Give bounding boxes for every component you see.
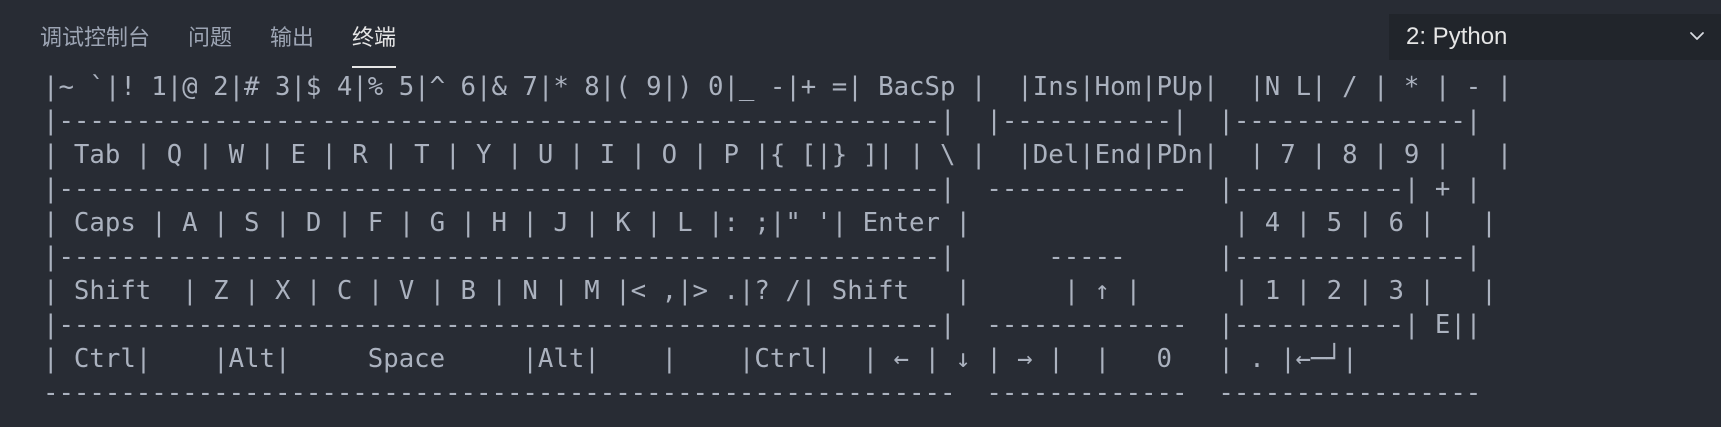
keyboard-ascii-art: |~ `|! 1|@ 2|# 3|$ 4|% 5|^ 6|& 7|* 8|( 9… [43,70,1513,410]
chevron-down-icon [1690,32,1704,40]
tab-problems[interactable]: 问题 [188,18,232,62]
tab-terminal[interactable]: 终端 [352,18,397,68]
terminal-line: ----------------------------------------… [43,378,1482,408]
panel-header: 调试控制台 问题 输出 终端 2: Python [0,0,1721,68]
terminal-line: |~ `|! 1|@ 2|# 3|$ 4|% 5|^ 6|& 7|* 8|( 9… [43,72,1513,102]
terminal-line: |---------------------------------------… [43,242,1482,272]
terminal-select[interactable]: 2: Python [1389,14,1721,60]
terminal-line: | Ctrl| |Alt| Space |Alt| | |Ctrl| | ← |… [43,344,1358,374]
terminal-select-value: 2: Python [1406,23,1508,50]
terminal-line: | Shift | Z | X | C | V | B | N | M |< ,… [43,276,1497,306]
terminal-line: | Tab | Q | W | E | R | T | Y | U | I | … [43,140,1513,170]
terminal-line: |---------------------------------------… [43,106,1482,136]
tab-debug-console[interactable]: 调试控制台 [40,18,150,62]
terminal-line: |---------------------------------------… [43,174,1482,204]
terminal-output[interactable]: |~ `|! 1|@ 2|# 3|$ 4|% 5|^ 6|& 7|* 8|( 9… [43,70,1512,408]
panel-tabs: 调试控制台 问题 输出 终端 [40,18,397,68]
tab-output[interactable]: 输出 [270,18,314,62]
terminal-line: | Caps | A | S | D | F | G | H | J | K |… [43,208,1497,238]
terminal-line: |---------------------------------------… [43,310,1482,340]
